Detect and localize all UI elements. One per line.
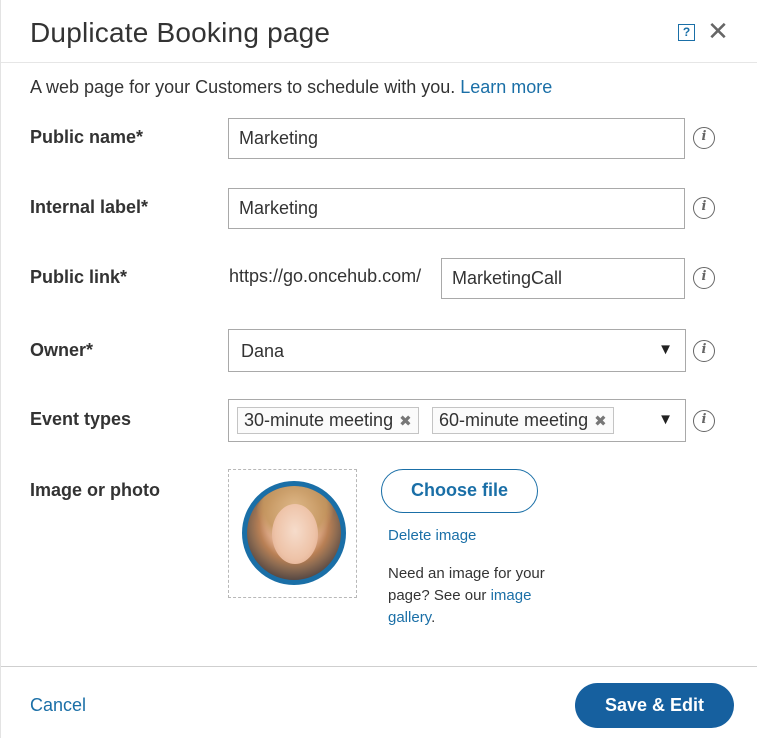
cancel-button[interactable]: Cancel	[30, 695, 86, 716]
dialog-title: Duplicate Booking page	[30, 17, 331, 48]
header-divider	[1, 62, 757, 63]
question-mark-icon[interactable]: ?	[678, 24, 695, 41]
public-link-info-icon[interactable]: i	[693, 267, 715, 289]
image-hint-end: .	[431, 609, 436, 626]
public-link-prefix: https://go.oncehub.com/	[229, 266, 422, 286]
event-type-tag-label: 60-minute meeting	[439, 410, 589, 430]
dropdown-arrow-icon: ▼	[658, 411, 673, 428]
image-preview-box[interactable]	[228, 469, 357, 598]
owner-label: Owner*	[30, 340, 94, 360]
internal-label-info-icon[interactable]: i	[693, 197, 715, 219]
public-link-label: Public link*	[30, 267, 128, 287]
event-types-info-icon[interactable]: i	[693, 410, 715, 432]
learn-more-link[interactable]: Learn more	[460, 77, 552, 97]
dropdown-arrow-icon: ▼	[658, 341, 673, 358]
remove-tag-icon[interactable]: ✖	[399, 413, 412, 430]
public-name-info-icon[interactable]: i	[693, 127, 715, 149]
profile-photo	[242, 481, 346, 585]
event-type-tag: 30-minute meeting ✖	[237, 407, 419, 434]
duplicate-booking-page-dialog: Duplicate Booking page ? ✕ A web page fo…	[0, 0, 757, 738]
save-and-edit-button[interactable]: Save & Edit	[575, 683, 734, 728]
public-name-input[interactable]: Marketing	[228, 118, 685, 159]
internal-label-label: Internal label*	[30, 197, 149, 217]
intro-description: A web page for your Customers to schedul…	[30, 77, 456, 97]
event-types-multiselect[interactable]: 30-minute meeting ✖ 60-minute meeting ✖ ▼	[228, 399, 686, 442]
event-types-label: Event types	[30, 409, 132, 429]
owner-select[interactable]: Dana ▼	[228, 329, 686, 372]
event-type-tag: 60-minute meeting ✖	[432, 407, 614, 434]
delete-image-link[interactable]: Delete image	[388, 527, 476, 544]
internal-label-input[interactable]: Marketing	[228, 188, 685, 229]
remove-tag-icon[interactable]: ✖	[594, 413, 607, 430]
public-link-input[interactable]: MarketingCall	[441, 258, 685, 299]
image-hint: Need an image for your page? See our ima…	[388, 563, 548, 629]
owner-selected-value: Dana	[241, 341, 285, 361]
close-icon[interactable]: ✕	[707, 18, 729, 44]
public-name-label: Public name*	[30, 127, 144, 147]
owner-info-icon[interactable]: i	[693, 340, 715, 362]
event-type-tag-label: 30-minute meeting	[244, 410, 394, 430]
footer-divider	[1, 666, 757, 667]
intro-text: A web page for your Customers to schedul…	[30, 77, 552, 98]
image-label: Image or photo	[30, 480, 160, 500]
choose-file-button[interactable]: Choose file	[381, 469, 538, 513]
